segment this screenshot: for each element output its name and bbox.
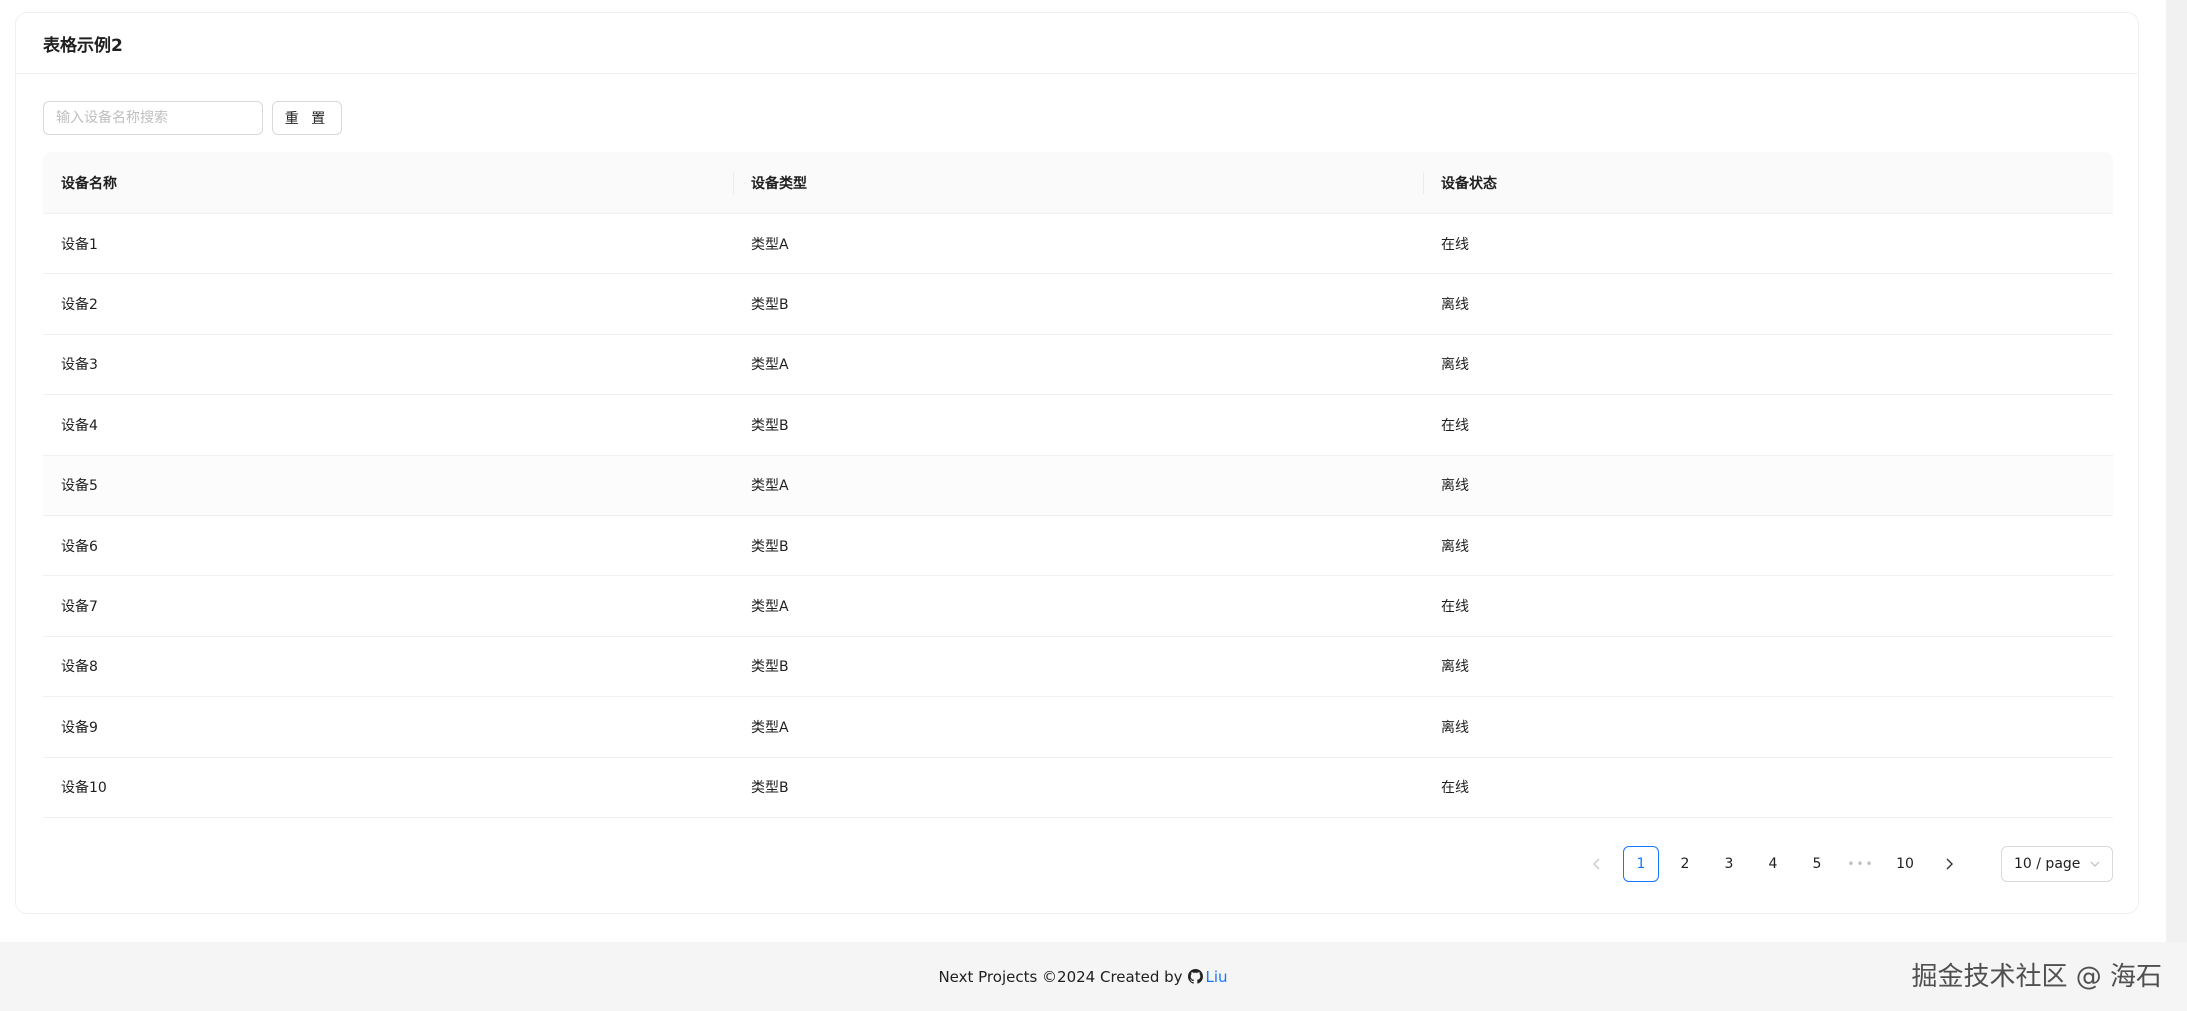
cell-device-status: 离线 (1441, 538, 1469, 555)
table-row[interactable]: 设备9 类型A 离线 (43, 697, 2113, 758)
cell-device-type: 类型A (751, 719, 789, 736)
cell-device-type: 类型A (751, 478, 789, 495)
cell-device-status: 在线 (1441, 417, 1469, 434)
column-header-name[interactable]: 设备名称 (43, 152, 733, 213)
page-button-5[interactable]: 5 (1799, 846, 1835, 882)
table-row[interactable]: 设备4 类型B 在线 (43, 395, 2113, 456)
card-header: 表格示例2 (16, 13, 2138, 74)
next-page-button[interactable] (1931, 846, 1967, 882)
cell-device-name: 设备2 (61, 297, 98, 314)
table-card: 表格示例2 重 置 设备名称 设备类型 设备状态 设备1 类型A 在线 设备2 (15, 12, 2139, 914)
search-input[interactable] (43, 101, 263, 135)
column-header-label: 设备类型 (751, 175, 807, 192)
table-row[interactable]: 设备5 类型A 离线 (43, 455, 2113, 516)
table-row[interactable]: 设备7 类型A 在线 (43, 576, 2113, 637)
reset-button[interactable]: 重 置 (272, 101, 342, 135)
watermark: 掘金技术社区 @ 海石 (1911, 962, 2162, 992)
column-header-label: 设备名称 (61, 175, 117, 192)
column-divider (1423, 171, 1424, 194)
cell-device-status: 在线 (1441, 780, 1469, 797)
cell-device-type: 类型B (751, 297, 789, 314)
table-row[interactable]: 设备3 类型A 离线 (43, 335, 2113, 396)
cell-device-name: 设备7 (61, 599, 98, 616)
column-header-status[interactable]: 设备状态 (1423, 152, 2113, 213)
card-title: 表格示例2 (43, 35, 123, 56)
table-row[interactable]: 设备6 类型B 离线 (43, 516, 2113, 577)
table-header: 设备名称 设备类型 设备状态 (43, 152, 2113, 214)
page-button-4[interactable]: 4 (1755, 846, 1791, 882)
cell-device-type: 类型B (751, 538, 789, 555)
page-size-value: 10 / page (2014, 856, 2081, 872)
vertical-scrollbar[interactable] (2166, 0, 2187, 942)
cell-device-status: 在线 (1441, 236, 1469, 253)
pagination: 1 2 3 4 5 ••• 10 10 / page (1579, 846, 2113, 882)
table-row[interactable]: 设备10 类型B 在线 (43, 758, 2113, 818)
cell-device-name: 设备5 (61, 478, 98, 495)
cell-device-type: 类型A (751, 599, 789, 616)
page-button-3[interactable]: 3 (1711, 846, 1747, 882)
page-button-1[interactable]: 1 (1623, 846, 1659, 882)
cell-device-type: 类型B (751, 780, 789, 797)
cell-device-type: 类型B (751, 417, 789, 434)
device-table: 设备名称 设备类型 设备状态 设备1 类型A 在线 设备2 类型B 离线 设备3… (43, 152, 2113, 818)
cell-device-type: 类型A (751, 357, 789, 374)
cell-device-status: 离线 (1441, 659, 1469, 676)
page-button-2[interactable]: 2 (1667, 846, 1703, 882)
jump-next-ellipsis[interactable]: ••• (1843, 846, 1879, 882)
column-header-label: 设备状态 (1441, 175, 1497, 192)
cell-device-name: 设备1 (61, 236, 98, 253)
cell-device-name: 设备9 (61, 719, 98, 736)
table-row[interactable]: 设备2 类型B 离线 (43, 274, 2113, 335)
prev-page-button[interactable] (1579, 846, 1615, 882)
cell-device-name: 设备3 (61, 357, 98, 374)
cell-device-status: 离线 (1441, 478, 1469, 495)
author-link[interactable]: Liu (1206, 968, 1228, 986)
page-button-10[interactable]: 10 (1887, 846, 1923, 882)
column-header-type[interactable]: 设备类型 (733, 152, 1423, 213)
table-row[interactable]: 设备1 类型A 在线 (43, 214, 2113, 275)
cell-device-name: 设备8 (61, 659, 98, 676)
cell-device-type: 类型A (751, 236, 789, 253)
cell-device-name: 设备4 (61, 417, 98, 434)
cell-device-status: 离线 (1441, 297, 1469, 314)
cell-device-type: 类型B (751, 659, 789, 676)
footer-text: Next Projects ©2024 Created by (938, 967, 1183, 986)
cell-device-name: 设备6 (61, 538, 98, 555)
chevron-down-icon (2090, 861, 2100, 867)
table-row[interactable]: 设备8 类型B 离线 (43, 637, 2113, 698)
cell-device-name: 设备10 (61, 780, 107, 797)
cell-device-status: 离线 (1441, 357, 1469, 374)
chevron-right-icon (1946, 858, 1953, 870)
page-footer: Next Projects ©2024 Created by Liu (0, 942, 2166, 1011)
github-icon (1187, 969, 1203, 984)
cell-device-status: 在线 (1441, 599, 1469, 616)
toolbar: 重 置 (43, 101, 342, 135)
chevron-left-icon (1593, 858, 1600, 870)
page-size-select[interactable]: 10 / page (2001, 846, 2113, 882)
cell-device-status: 离线 (1441, 719, 1469, 736)
column-divider (733, 171, 734, 194)
